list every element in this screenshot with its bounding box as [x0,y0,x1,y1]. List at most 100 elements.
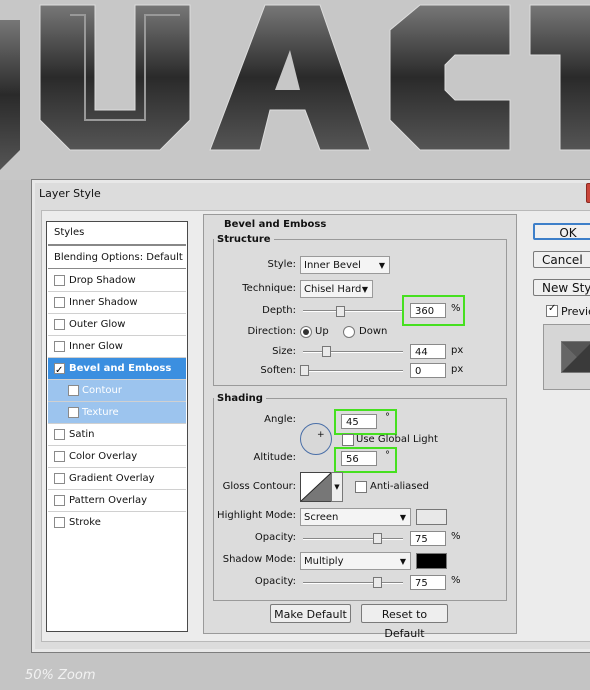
depth-slider-knob[interactable] [336,306,345,317]
altitude-unit: ° [385,450,390,461]
highlight-opacity-knob[interactable] [373,533,382,544]
gloss-contour-label: Gloss Contour: [222,481,296,492]
size-slider-knob[interactable] [322,346,331,357]
highlight-mode-value: Screen [304,512,339,523]
title-bar: Layer Style [32,180,590,208]
altitude-label: Altitude: [253,452,296,463]
checkbox[interactable] [54,517,65,528]
make-default-button[interactable]: Make Default [270,604,351,623]
gloss-contour-dropdown[interactable]: ▼ [331,472,343,502]
direction-down-radio[interactable] [343,326,355,338]
bevel-emboss-panel: Bevel and Emboss Structure Style: Inner … [203,214,517,640]
styles-list: Styles Blending Options: Default Drop Sh… [46,221,188,632]
soften-input[interactable]: 0 [410,363,446,378]
shadow-opacity-knob[interactable] [373,577,382,588]
checkbox[interactable] [54,360,65,381]
direction-down-label: Down [359,326,388,337]
shadow-mode-value: Multiply [304,556,344,567]
soften-slider-track[interactable] [303,370,403,372]
zoom-label: 50% Zoom [25,668,96,683]
contour-curve-icon [300,472,332,502]
style-value: Inner Bevel [304,260,361,271]
dialog-title: Layer Style [39,187,101,200]
shadow-opacity-track[interactable] [303,582,403,584]
soften-slider-knob[interactable] [300,365,309,376]
technique-label: Technique: [242,283,296,294]
depth-unit: % [451,303,461,314]
size-label: Size: [272,346,296,357]
preview-swatch [561,341,590,373]
checkmark-icon: ✓ [548,303,557,314]
style-item-stroke[interactable]: Stroke [48,512,186,533]
blending-options[interactable]: Blending Options: Default [48,247,186,269]
angle-dial[interactable]: + [300,423,332,455]
checkbox[interactable] [54,495,65,506]
direction-up-label: Up [315,326,329,337]
preview-checkbox[interactable]: ✓ [546,303,558,317]
style-item-gradient-overlay[interactable]: Gradient Overlay [48,468,186,490]
direction-label: Direction: [247,326,296,337]
highlight-mode-select[interactable]: Screen ▼ [300,508,411,526]
style-item-drop-shadow[interactable]: Drop Shadow [48,270,186,292]
style-item-outer-glow[interactable]: Outer Glow [48,314,186,336]
shadow-color-swatch[interactable] [416,553,447,569]
style-item-contour[interactable]: Contour [48,380,186,402]
depth-input[interactable]: 360 [410,303,446,318]
checkbox[interactable] [54,275,65,286]
reset-default-button[interactable]: Reset to Default [361,604,448,640]
styles-header[interactable]: Styles [48,222,186,246]
style-item-inner-shadow[interactable]: Inner Shadow [48,292,186,314]
background-artwork [0,0,590,180]
panel-title: Bevel and Emboss [224,219,327,230]
soften-unit: px [451,364,464,375]
cancel-button[interactable]: Cancel [533,251,590,268]
checkbox[interactable] [54,429,65,440]
highlight-opacity-unit: % [451,531,461,542]
style-item-pattern-overlay[interactable]: Pattern Overlay [48,490,186,512]
highlight-opacity-label: Opacity: [254,532,296,543]
preview-thumbnail [543,324,590,390]
size-input[interactable]: 44 [410,344,446,359]
shadow-opacity-input[interactable]: 75 [410,575,446,590]
close-button[interactable] [586,183,590,203]
checkbox[interactable] [68,385,79,396]
chevron-down-icon: ▼ [399,513,406,522]
style-item-satin[interactable]: Satin [48,424,186,446]
global-light-checkbox[interactable] [342,434,354,446]
gloss-contour-picker[interactable] [300,472,332,502]
new-style-button[interactable]: New Style... [533,279,590,296]
chevron-down-icon: ▼ [399,557,406,566]
shadow-opacity-unit: % [451,575,461,586]
checkbox[interactable] [68,407,79,418]
highlight-opacity-input[interactable]: 75 [410,531,446,546]
checkbox[interactable] [54,451,65,462]
soften-label: Soften: [260,365,296,376]
checkbox[interactable] [54,473,65,484]
chevron-down-icon: ▼ [361,285,368,294]
style-label: Style: [267,259,297,270]
chevron-down-icon: ▼ [378,261,385,270]
ok-button[interactable]: OK [533,223,590,240]
size-slider-track[interactable] [303,351,403,353]
anti-aliased-checkbox[interactable] [355,481,367,493]
angle-label: Angle: [264,414,296,425]
style-select[interactable]: Inner Bevel ▼ [300,256,390,274]
style-item-texture[interactable]: Texture [48,402,186,424]
style-item-color-overlay[interactable]: Color Overlay [48,446,186,468]
direction-up-radio[interactable] [300,326,312,338]
style-item-bevel-emboss[interactable]: Bevel and Emboss [48,358,186,381]
highlight-color-swatch[interactable] [416,509,447,525]
depth-label: Depth: [262,305,296,316]
shadow-mode-select[interactable]: Multiply ▼ [300,552,411,570]
altitude-input[interactable]: 56 [341,451,377,466]
checkbox[interactable] [54,341,65,352]
angle-input[interactable]: 45 [341,414,377,429]
chevron-down-icon: ▼ [334,483,340,491]
technique-select[interactable]: Chisel Hard ▼ [300,280,373,298]
shadow-opacity-label: Opacity: [254,576,296,587]
checkbox[interactable] [54,297,65,308]
style-item-inner-glow[interactable]: Inner Glow [48,336,186,358]
checkbox[interactable] [54,319,65,330]
depth-slider-track[interactable] [303,310,403,312]
highlight-opacity-track[interactable] [303,538,403,540]
